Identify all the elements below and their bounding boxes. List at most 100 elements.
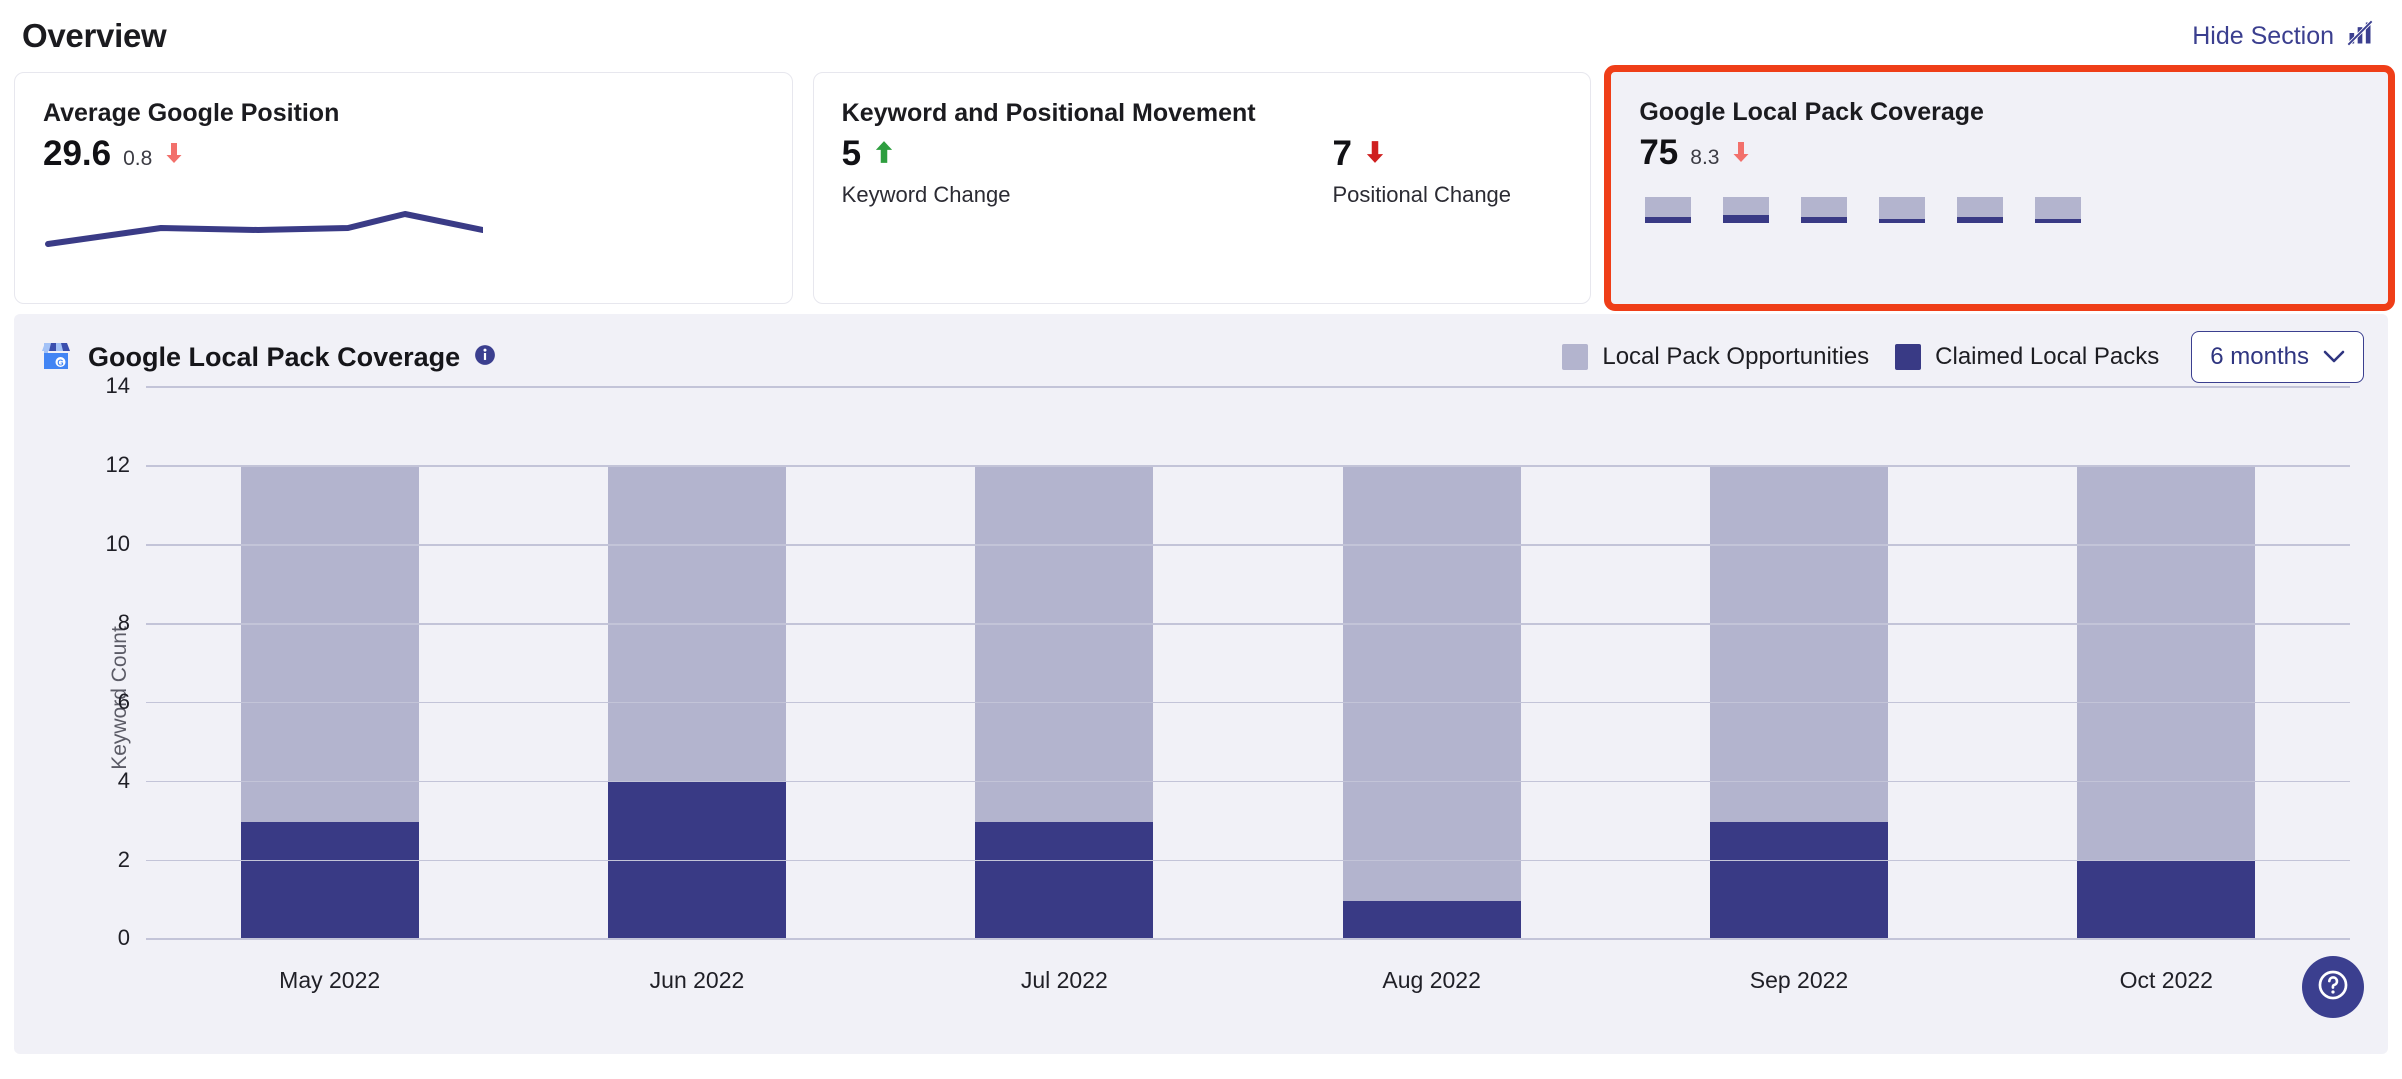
grid-line: 6 [118, 689, 2350, 714]
google-local-pack-coverage-chart-panel: G Google Local Pack Coverage Local Pack … [14, 314, 2388, 1054]
kpi-metric-keyword-change: 5 Keyword Change [842, 134, 1011, 208]
chart-title: Google Local Pack Coverage [88, 341, 461, 372]
bar-segment-claimed-local-packs[interactable] [2077, 861, 2256, 940]
kpi-metric-label: Keyword Change [841, 182, 1011, 208]
legend-swatch [1895, 344, 1922, 370]
kpi-value-row: 5 [842, 134, 1011, 174]
bar-segment-claimed-local-packs[interactable] [1342, 900, 1521, 940]
kpi-card-title: Keyword and Positional Movement [841, 99, 1256, 127]
page-header: Overview Hide Section [0, 0, 2402, 72]
legend-label: Local Pack Opportunities [1602, 343, 1870, 370]
kpi-card-title: Google Local Pack Coverage [1639, 98, 1984, 126]
kpi-value: 29.6 [43, 134, 112, 173]
kpi-metric-positional-change: 7 Positional Change [1332, 134, 1511, 208]
kpi-card-google-local-pack-coverage[interactable]: Google Local Pack Coverage 75 8.3 [1604, 65, 2396, 311]
bar-segment-local-pack-opportunities[interactable] [240, 466, 419, 822]
bar-segment-claimed-local-packs[interactable] [975, 821, 1154, 940]
kpi-card-title: Average Google Position [43, 99, 340, 127]
y-axis-tick-label: 8 [117, 609, 130, 635]
grid-line: 12 [106, 452, 2350, 477]
bar-segment-claimed-local-packs[interactable] [240, 821, 419, 940]
help-button[interactable] [2302, 956, 2364, 1018]
y-axis-tick-label: 10 [105, 531, 130, 557]
kpi-metric-label: Positional Change [1332, 182, 1512, 208]
kpi-delta: 8.3 [1690, 146, 1720, 169]
grid-line: 2 [118, 847, 2350, 872]
kpi-card-row: Average Google Position 29.6 0.8 Keyword… [0, 65, 2402, 311]
chevron-down-icon [2323, 343, 2345, 371]
info-icon[interactable] [474, 344, 496, 371]
local-pack-mini-bar-sparkline [1639, 197, 2360, 224]
mini-bar [1723, 197, 1770, 224]
mini-bar-claimed-segment [1645, 216, 1692, 224]
bar-segment-local-pack-opportunities[interactable] [975, 466, 1154, 822]
chart-header: G Google Local Pack Coverage Local Pack … [38, 330, 2364, 384]
kpi-card-average-google-position[interactable]: Average Google Position 29.6 0.8 [14, 72, 793, 304]
time-range-value: 6 months [2210, 343, 2309, 370]
question-mark-icon [2316, 968, 2350, 1007]
legend-item-local-pack-opportunities[interactable]: Local Pack Opportunities [1562, 343, 1869, 371]
kpi-value: 7 [1332, 134, 1352, 173]
bar-slot [1983, 388, 2350, 940]
x-axis-tick-label: Jun 2022 [649, 967, 745, 993]
bar-slot [1248, 388, 1615, 940]
time-range-select[interactable]: 6 months [2191, 331, 2364, 383]
arrow-down-icon [164, 141, 184, 169]
grid-line: 10 [106, 531, 2350, 556]
mini-bar [1801, 197, 1848, 224]
plot-area: Keyword Count 0 2 4 6 8 10 12 14 May 2022 Jun 20… [38, 373, 2364, 1008]
arrow-down-icon [1364, 139, 1386, 169]
kpi-value-row: 7 [1332, 134, 1511, 174]
google-business-profile-icon: G [38, 337, 74, 378]
mini-bar-claimed-segment [1801, 216, 1848, 224]
x-axis-tick-label: Oct 2022 [2119, 967, 2213, 993]
mini-bar-claimed-segment [1723, 214, 1770, 224]
kpi-value: 75 [1639, 133, 1679, 172]
mini-bar [1957, 197, 2004, 224]
legend-item-claimed-local-packs[interactable]: Claimed Local Packs [1895, 343, 2159, 371]
y-axis-tick-label: 12 [105, 452, 130, 478]
chart-grid: 0 2 4 6 8 10 12 14 [106, 373, 2350, 950]
kpi-metrics: 5 Keyword Change 7 Positional Change [842, 134, 1563, 208]
bar-slot [513, 388, 880, 940]
y-axis-tick-label: 2 [117, 846, 130, 872]
bar-segment-local-pack-opportunities[interactable] [2077, 466, 2256, 862]
x-axis-tick-label: Jul 2022 [1020, 967, 1108, 993]
y-axis-tick-label: 4 [117, 767, 130, 793]
kpi-delta: 0.8 [123, 147, 153, 170]
grid-line: 0 [118, 925, 2350, 950]
arrow-up-icon [873, 139, 895, 169]
kpi-value-row: 29.6 0.8 [43, 134, 764, 174]
hide-section-label: Hide Section [2192, 21, 2334, 50]
page-title: Overview [22, 17, 167, 54]
chart-bars-layer [146, 388, 2350, 940]
hide-section-button[interactable]: Hide Section [2192, 19, 2374, 54]
svg-text:G: G [57, 358, 63, 367]
x-axis-tick-label: May 2022 [279, 967, 381, 993]
bar-segment-local-pack-opportunities[interactable] [1342, 466, 1521, 901]
x-axis-labels: May 2022 Jun 2022 Jul 2022 Aug 2022 Sep 2022… [146, 967, 2350, 994]
chart-title-group: G Google Local Pack Coverage [38, 337, 496, 378]
x-axis-tick-label: Sep 2022 [1749, 967, 1849, 993]
arrow-down-icon [1731, 140, 1751, 168]
y-axis-tick-label: 0 [117, 925, 130, 951]
mini-bar-claimed-segment [1957, 216, 2004, 224]
mini-bar-claimed-segment [1879, 219, 1926, 224]
chart-controls: Local Pack Opportunities Claimed Local P… [1562, 331, 2364, 383]
bar-slot [881, 388, 1248, 940]
grid-line: 14 [106, 373, 2350, 398]
bar-slot [1615, 388, 1982, 940]
average-position-sparkline [43, 188, 764, 259]
mini-bar [1645, 197, 1692, 224]
mini-bar-claimed-segment [2035, 218, 2082, 224]
y-axis-tick-label: 14 [105, 373, 130, 399]
mini-bar [1879, 197, 1926, 224]
bar-segment-local-pack-opportunities[interactable] [1709, 466, 1889, 822]
bar-slot [146, 388, 513, 940]
kpi-card-keyword-positional-movement[interactable]: Keyword and Positional Movement 5 Keywor… [812, 72, 1592, 304]
kpi-value: 5 [841, 134, 862, 173]
grid-line: 8 [118, 610, 2350, 635]
kpi-value-row: 75 8.3 [1639, 133, 2360, 173]
legend-swatch [1562, 344, 1589, 370]
bar-segment-claimed-local-packs[interactable] [1709, 821, 1889, 940]
